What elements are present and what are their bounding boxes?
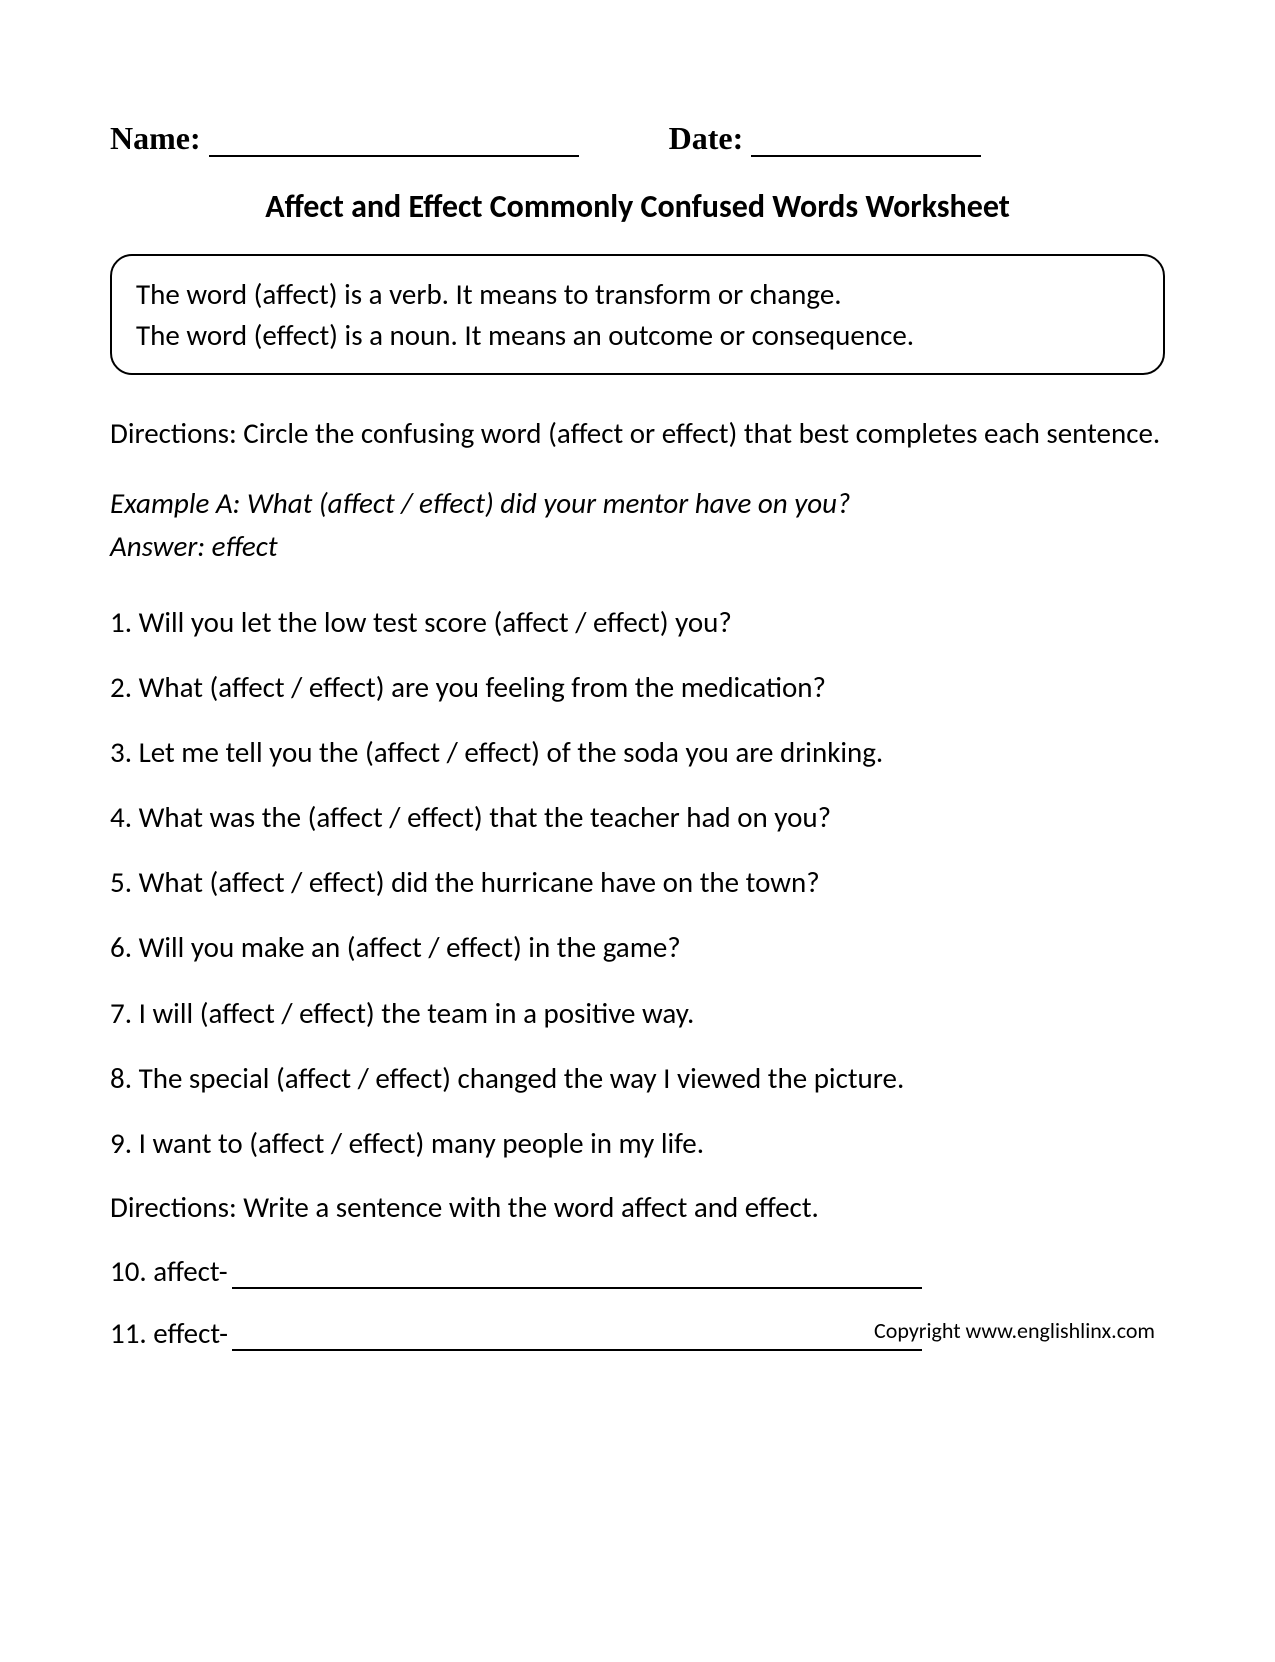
example-answer: Answer: effect [110,525,1165,569]
directions-2: Directions: Write a sentence with the wo… [110,1189,1165,1225]
definition-box: The word (affect) is a verb. It means to… [110,254,1165,375]
question-item: 5. What (affect / effect) did the hurric… [110,863,1165,902]
directions-1: Directions: Circle the confusing word (a… [110,413,1165,454]
date-label: Date: [669,120,744,157]
name-input-line[interactable] [209,122,579,157]
question-item: 1. Will you let the low test score (affe… [110,603,1165,642]
question-item: 6. Will you make an (affect / effect) in… [110,928,1165,967]
write-item: 10. affect- [110,1253,1165,1289]
write-input-line[interactable] [232,1321,922,1351]
name-field-block: Name: [110,120,579,157]
example-question: Example A: What (affect / effect) did yo… [110,482,1165,526]
definition-line-2: The word (effect) is a noun. It means an… [136,315,1139,356]
date-input-line[interactable] [751,122,981,157]
question-item: 7. I will (affect / effect) the team in … [110,994,1165,1033]
question-item: 3. Let me tell you the (affect / effect)… [110,733,1165,772]
worksheet-title: Affect and Effect Commonly Confused Word… [110,187,1165,226]
question-item: 4. What was the (affect / effect) that t… [110,798,1165,837]
question-item: 2. What (affect / effect) are you feelin… [110,668,1165,707]
write-label: 11. effect- [110,1315,228,1351]
example-block: Example A: What (affect / effect) did yo… [110,482,1165,569]
copyright-text: Copyright www.englishlinx.com [874,1317,1155,1344]
question-list: 1. Will you let the low test score (affe… [110,603,1165,1163]
write-input-line[interactable] [232,1259,922,1289]
header-row: Name: Date: [110,120,1165,157]
question-item: 8. The special (affect / effect) changed… [110,1059,1165,1098]
worksheet-page: Name: Date: Affect and Effect Commonly C… [0,0,1275,1437]
question-item: 9. I want to (affect / effect) many peop… [110,1124,1165,1163]
date-field-block: Date: [669,120,982,157]
write-label: 10. affect- [110,1253,228,1289]
definition-line-1: The word (affect) is a verb. It means to… [136,274,1139,315]
name-label: Name: [110,120,201,157]
